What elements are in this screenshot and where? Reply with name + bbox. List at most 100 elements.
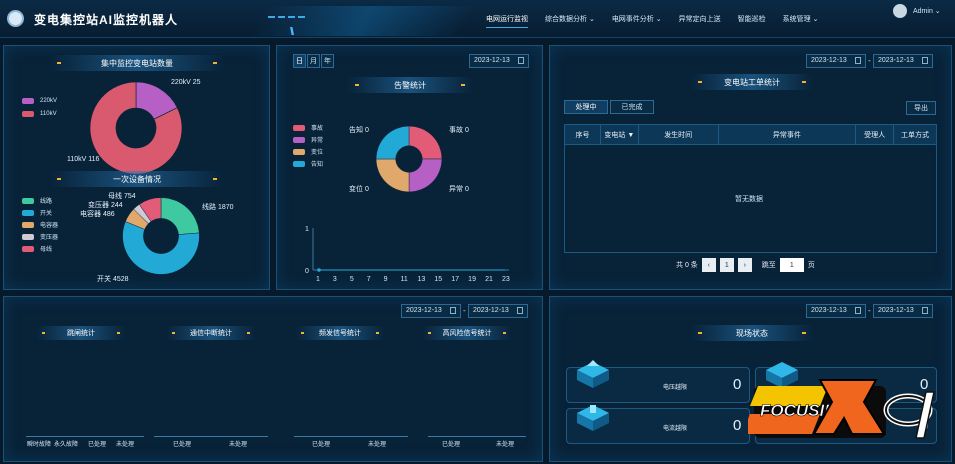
trip-cat-transient: 瞬时故障 <box>27 442 52 448</box>
legend-switch: 开关 <box>22 208 52 217</box>
alarm-label-abnormal: 异常 0 <box>449 186 469 193</box>
trip-cat-permanent: 永久故障 <box>54 442 79 448</box>
legend-change: 变位 <box>293 147 323 156</box>
tab-month[interactable]: 月 <box>307 54 320 68</box>
site-card-voltage[interactable]: 电压越限 0 <box>566 360 750 403</box>
collapse-chevron-icon[interactable]: \\ <box>290 26 294 38</box>
workorder-title: 变电站工单统计 <box>690 74 814 90</box>
empty-state: 暂无数据 <box>735 196 763 203</box>
x-tick-label: 9 <box>384 276 388 283</box>
export-button[interactable]: 导出 <box>906 101 936 115</box>
app-logo <box>7 10 24 27</box>
calendar-icon <box>518 57 524 64</box>
focusing-watermark-logo: FOCUSING <box>748 379 935 439</box>
station-label-110kv: 110kV 116 <box>67 156 100 163</box>
equip-label-line: 线路 1870 <box>202 204 234 211</box>
y-tick-label: 1 <box>305 226 309 233</box>
alarm-series-point <box>317 268 321 272</box>
tab-day[interactable]: 日 <box>293 54 306 68</box>
x-tick-label: 23 <box>502 276 510 283</box>
calendar-icon <box>450 307 456 314</box>
alarm-trend-chart: 011 3 5 7 9 11 13 15 17 19 21 23 <box>305 226 510 283</box>
jump-input[interactable]: 1 <box>779 258 804 272</box>
comm-stats-title: 通信中断统计 <box>166 326 256 340</box>
col-assignee: 受理人 <box>855 124 895 145</box>
legend-abnormal: 异常 <box>293 135 323 144</box>
calendar-icon <box>517 307 523 314</box>
date-range-separator: - <box>868 306 871 315</box>
site-value-voltage: 0 <box>733 376 742 393</box>
station-count-title: 集中监控变电站数量 <box>49 55 225 71</box>
trip-axis <box>26 436 144 437</box>
x-tick-label: 21 <box>485 276 493 283</box>
statistics-panel: 2023-12-13 - 2023-12-13 跳闸统计 瞬时故障 永久故障 已… <box>3 296 543 462</box>
x-tick-label: 1 <box>316 276 320 283</box>
stats-date-from[interactable]: 2023-12-13 <box>401 304 461 318</box>
site-date-to[interactable]: 2023-12-13 <box>873 304 933 318</box>
total-count: 共 0 条 <box>676 262 698 269</box>
tab-processing[interactable]: 处理中 <box>564 100 608 114</box>
workorder-date-from[interactable]: 2023-12-13 <box>806 54 866 68</box>
decoration-dots <box>268 11 308 20</box>
col-substation[interactable]: 变电站 ▼ <box>599 124 639 145</box>
nav-system-admin[interactable]: 系统管理 ⌄ <box>783 14 819 28</box>
next-page-button[interactable]: › <box>737 258 752 272</box>
site-date-from[interactable]: 2023-12-13 <box>806 304 866 318</box>
risk-stats-title: 高风险信号统计 <box>422 326 512 340</box>
donut-slice-1 <box>408 158 443 193</box>
date-range-separator: - <box>463 306 466 315</box>
alarm-date-input[interactable]: 2023-12-13 <box>469 54 529 68</box>
comm-axis <box>154 436 268 437</box>
calendar-icon <box>855 307 861 314</box>
page-number[interactable]: 1 <box>719 258 734 272</box>
risk-cat-handled: 已处理 <box>442 442 461 448</box>
nav-inspection[interactable]: 智能巡检 <box>738 14 766 28</box>
equip-label-capacitor: 电容器 486 <box>80 211 115 218</box>
calendar-icon <box>922 57 928 64</box>
prev-page-button[interactable]: ‹ <box>701 258 716 272</box>
comm-cat-handled: 已处理 <box>173 442 192 448</box>
legend-transformer: 变压器 <box>22 232 58 241</box>
x-tick-label: 7 <box>367 276 371 283</box>
alarm-label-accident: 事故 0 <box>449 127 469 134</box>
col-time: 发生时间 <box>637 124 719 145</box>
app-title: 变电集控站AI监控机器人 <box>34 13 179 27</box>
col-event: 异常事件 <box>717 124 857 145</box>
tab-completed[interactable]: 已完成 <box>610 100 654 114</box>
legend-line: 线路 <box>22 196 52 205</box>
nav-grid-monitor[interactable]: 电网运行监视 <box>486 14 528 28</box>
x-tick-label: 13 <box>417 276 425 283</box>
nav-data-analysis[interactable]: 综合数据分析 ⌄ <box>545 14 595 28</box>
nav-event-analysis[interactable]: 电网事件分析 ⌄ <box>612 14 662 28</box>
user-name: Admin ⌄ <box>913 8 941 15</box>
legend-accident: 事故 <box>293 123 323 132</box>
legend-notice: 告知 <box>293 159 323 168</box>
avatar <box>893 4 907 18</box>
page-suffix: 页 <box>807 262 815 269</box>
workorder-date-to[interactable]: 2023-12-13 <box>873 54 933 68</box>
donut-slice-3 <box>375 125 410 160</box>
alarm-stats-title: 告警统计 <box>347 77 473 93</box>
stats-date-to[interactable]: 2023-12-13 <box>468 304 528 318</box>
legend-capacitor: 电容器 <box>22 220 58 229</box>
frequent-stats-title: 频发信号统计 <box>295 326 385 340</box>
site-label-current: 电流越限 <box>663 426 688 432</box>
workorder-panel: 2023-12-13 - 2023-12-13 变电站工单统计 处理中 已完成 … <box>549 45 952 290</box>
equip-label-switch: 开关 4528 <box>97 276 129 283</box>
nav-anomaly-report[interactable]: 异常定向上送 <box>679 14 721 28</box>
jump-label: 跳至 <box>761 262 776 269</box>
user-menu[interactable]: Admin ⌄ <box>893 4 941 18</box>
station-equipment-panel: 集中监控变电站数量 220kV 110kV 220kV 25 110kV 116… <box>3 45 270 290</box>
col-index: 序号 <box>564 124 601 145</box>
donut-slice-2 <box>375 158 410 193</box>
trip-cat-handled: 已处理 <box>88 442 107 448</box>
x-tick-label: 19 <box>468 276 476 283</box>
top-header: 变电集控站AI监控机器人 \\ 电网运行监视 综合数据分析 ⌄ 电网事件分析 ⌄… <box>0 0 955 38</box>
substation-cube-icon <box>577 405 609 431</box>
trip-stats-title: 跳闸统计 <box>36 326 126 340</box>
site-card-current[interactable]: 电流越限 0 <box>566 405 750 444</box>
x-tick-label: 3 <box>333 276 337 283</box>
tab-year[interactable]: 年 <box>321 54 334 68</box>
x-tick-label: 5 <box>350 276 354 283</box>
calendar-icon <box>922 307 928 314</box>
